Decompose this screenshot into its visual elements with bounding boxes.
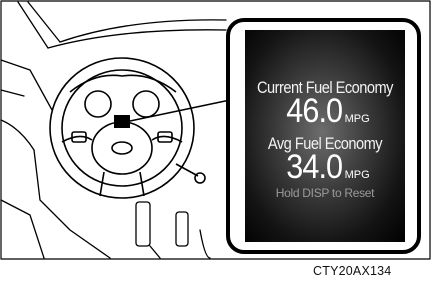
current-fuel-economy-readout: 46.0 MPG: [245, 92, 405, 131]
reset-hint: Hold DISP to Reset: [275, 186, 375, 200]
avg-fuel-economy-readout: 34.0 MPG: [245, 148, 405, 187]
figure-code: CTY20AX134: [313, 264, 392, 278]
figure: Current Fuel Economy 46.0 MPG Avg Fuel Ec…: [0, 0, 431, 286]
avg-fuel-economy-value: 34.0: [286, 148, 344, 186]
info-display: Current Fuel Economy 46.0 MPG Avg Fuel Ec…: [245, 30, 405, 242]
callout-box: Current Fuel Economy 46.0 MPG Avg Fuel Ec…: [226, 18, 421, 254]
highlight-marker-icon: [114, 115, 130, 128]
current-fuel-economy-unit: MPG: [344, 113, 370, 125]
current-fuel-economy-value: 46.0: [286, 92, 344, 130]
avg-fuel-economy-unit: MPG: [344, 169, 370, 181]
